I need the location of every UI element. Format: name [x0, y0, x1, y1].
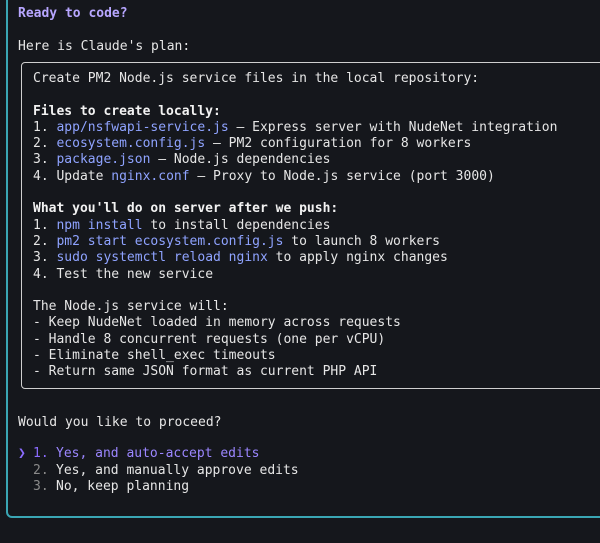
server-step-3: 3. sudo systemctl reload nginx to apply …: [33, 250, 448, 266]
code-span: ecosystem.config.js: [56, 136, 206, 152]
service-heading: The Node.js service will:: [33, 299, 229, 315]
file-item-3: 3. package.json – Node.js dependencies: [33, 152, 331, 168]
file-item-4: 4. Update nginx.conf – Proxy to Node.js …: [33, 168, 495, 184]
code-span: pm2 start ecosystem.config.js: [56, 233, 284, 249]
plan-box: Create PM2 Node.js service files in the …: [21, 62, 600, 389]
file-item-1: 1. app/nsfwapi-service.js – Express serv…: [33, 119, 558, 135]
file-item-2: 2. ecosystem.config.js – PM2 configurati…: [33, 136, 472, 152]
service-point: - Handle 8 concurrent requests (one per …: [33, 331, 386, 347]
code-span: npm install: [56, 217, 143, 233]
selection-caret-icon: ❯: [18, 446, 26, 461]
code-span: nginx.conf: [111, 168, 190, 184]
options-list: ❯ 1. Yes, and auto-accept edits 2. Yes, and…: [18, 446, 299, 496]
server-step-4: 4. Test the new service: [33, 266, 214, 282]
service-point: - Eliminate shell_exec timeouts: [33, 348, 276, 364]
option-auto-accept[interactable]: ❯ 1. Yes, and auto-accept edits: [18, 446, 299, 463]
server-heading: What you'll do on server after we push:: [33, 201, 339, 217]
plan-intro: Here is Claude's plan:: [18, 39, 191, 54]
server-step-2: 2. pm2 start ecosystem.config.js to laun…: [33, 233, 441, 249]
plan-opening: Create PM2 Node.js service files in the …: [33, 71, 480, 86]
service-point: - Return same JSON format as current PHP…: [33, 364, 378, 380]
proceed-question: Would you like to proceed?: [18, 415, 222, 430]
option-keep-planning[interactable]: 3. No, keep planning: [18, 479, 299, 496]
service-point: - Keep NudeNet loaded in memory across r…: [33, 315, 401, 331]
page-title: Ready to code?: [18, 6, 128, 21]
code-span: package.json: [56, 152, 151, 168]
code-span: sudo systemctl reload nginx: [56, 250, 268, 266]
server-step-1: 1. npm install to install dependencies: [33, 217, 331, 233]
option-manual-approve[interactable]: 2. Yes, and manually approve edits: [18, 463, 299, 480]
files-heading: Files to create locally:: [33, 103, 221, 119]
code-span: app/nsfwapi-service.js: [56, 119, 229, 135]
